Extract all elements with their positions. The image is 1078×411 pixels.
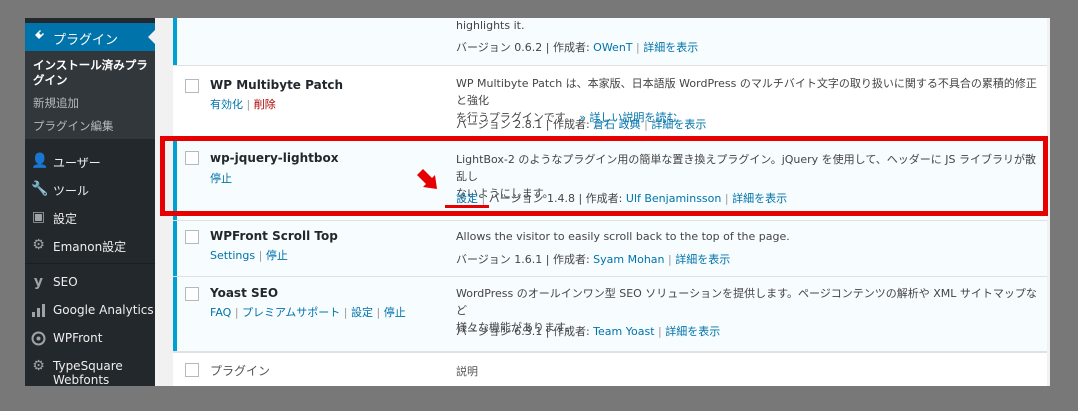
author-link[interactable]: OWenT xyxy=(593,41,632,54)
separator: | xyxy=(376,306,381,319)
settings-icon: ▣ xyxy=(31,209,46,225)
sidebar-item-plugins[interactable]: プラグイン xyxy=(25,23,155,51)
description-line: WP Multibyte Patch は、本家版、日本語版 WordPress … xyxy=(456,77,1037,107)
row-checkbox[interactable] xyxy=(185,230,199,244)
plugin-name: Yoast SEO xyxy=(210,286,279,300)
details-link[interactable]: 詳細を表示 xyxy=(643,41,698,54)
gear-icon: ⚙ xyxy=(32,237,45,253)
separator: | xyxy=(234,306,239,319)
sidebar-item-typesquare[interactable]: ⚙ TypeSquare Webfonts xyxy=(25,357,155,387)
details-link[interactable]: 詳細を表示 xyxy=(651,118,706,131)
premium-support-link[interactable]: プレミアムサポート xyxy=(242,306,340,319)
details-link[interactable]: 詳細を表示 xyxy=(665,325,720,338)
separator: | xyxy=(658,325,662,338)
yoast-icon: y xyxy=(33,274,44,290)
settings-link[interactable]: 設定 xyxy=(351,306,373,319)
sidebar-item-google-analytics[interactable]: Google Analytics xyxy=(25,301,155,323)
sidebar-item-wpfront[interactable]: WPFront xyxy=(25,329,155,351)
row-checkbox[interactable] xyxy=(185,79,199,93)
pointer-arrow-icon xyxy=(417,169,437,189)
column-header-plugin[interactable]: プラグイン xyxy=(210,362,270,379)
version-text: バージョン 1.6.1 | 作成者: xyxy=(456,253,590,266)
faq-link[interactable]: FAQ xyxy=(210,306,231,319)
select-all-checkbox[interactable] xyxy=(185,363,199,377)
sidebar-item-users[interactable]: 👤 ユーザー xyxy=(25,152,155,174)
row-actions: FAQ | プレミアムサポート | 設定 | 停止 xyxy=(210,304,406,320)
bar-chart-icon xyxy=(32,304,45,317)
plugin-meta: バージョン 1.6.1 | 作成者: Syam Mohan | 詳細を表示 xyxy=(456,251,730,267)
plugin-meta: バージョン 6.3.1 | 作成者: Team Yoast | 詳細を表示 xyxy=(456,323,720,339)
admin-sidebar: プラグイン インストール済みプラ グイン 新規追加 プラグイン編集 👤 ユーザー… xyxy=(25,18,155,386)
version-text: バージョン 2.8.1 | 作成者: xyxy=(456,118,590,131)
plugin-icon xyxy=(33,30,44,41)
highlight-box xyxy=(160,136,1048,216)
plugin-description: highlights it. xyxy=(456,19,525,32)
submenu-plugin-editor[interactable]: プラグイン編集 xyxy=(33,118,114,134)
row-actions: Settings | 停止 xyxy=(210,247,288,263)
plugins-submenu: インストール済みプラ グイン 新規追加 プラグイン編集 xyxy=(25,51,155,139)
sidebar-item-label: WPFront xyxy=(53,331,103,345)
table-footer: プラグイン 説明 xyxy=(173,352,1047,386)
sidebar-item-seo[interactable]: y SEO xyxy=(25,273,155,295)
table-row: WP Multibyte Patch 有効化 | 削除 WP Multibyte… xyxy=(173,66,1047,137)
plugin-description: Allows the visitor to easily scroll back… xyxy=(456,230,790,243)
current-menu-arrow xyxy=(148,30,155,44)
submenu-label-line1: インストール済みプラ xyxy=(33,58,148,72)
sidebar-item-label: プラグイン xyxy=(53,33,119,48)
author-link[interactable]: 倉石 政典 xyxy=(593,118,641,131)
deactivate-link[interactable]: 停止 xyxy=(384,306,406,319)
separator: | xyxy=(246,98,251,111)
highlight-underline xyxy=(445,205,489,208)
sidebar-separator xyxy=(25,263,155,264)
activate-link[interactable]: 有効化 xyxy=(210,98,243,111)
separator: | xyxy=(644,118,648,131)
wpfront-icon xyxy=(31,331,46,346)
separator: | xyxy=(343,306,348,319)
sidebar-item-label: Google Analytics xyxy=(53,303,154,317)
author-link[interactable]: Team Yoast xyxy=(593,325,654,338)
row-checkbox[interactable] xyxy=(185,287,199,301)
table-row: Yoast SEO FAQ | プレミアムサポート | 設定 | 停止 Word… xyxy=(173,277,1047,352)
plugin-name: WP Multibyte Patch xyxy=(210,78,344,92)
sidebar-item-label: Emanon設定 xyxy=(53,240,127,254)
separator: | xyxy=(668,253,672,266)
gear-icon: ⚙ xyxy=(32,358,45,374)
sidebar-item-label: SEO xyxy=(53,275,78,289)
column-header-description: 説明 xyxy=(456,365,478,378)
sidebar-item-label: ユーザー xyxy=(53,156,101,170)
plugin-meta: バージョン 2.8.1 | 作成者: 倉石 政典 | 詳細を表示 xyxy=(456,116,706,132)
version-text: バージョン 6.3.1 | 作成者: xyxy=(456,325,590,338)
deactivate-link[interactable]: 停止 xyxy=(266,249,288,262)
separator: | xyxy=(636,41,640,54)
active-indicator xyxy=(173,277,177,351)
sidebar-item-label-line1: TypeSquare xyxy=(53,359,123,373)
description-line: WordPress のオールインワン型 SEO ソリューションを提供します。ペー… xyxy=(456,287,1037,317)
sidebar-item-emanon[interactable]: ⚙ Emanon設定 xyxy=(25,236,155,258)
submenu-installed-plugins[interactable]: インストール済みプラ グイン xyxy=(33,58,148,88)
sidebar-item-label: 設定 xyxy=(53,212,78,226)
version-text: バージョン 0.6.2 | 作成者: xyxy=(456,41,590,54)
sidebar-item-tools[interactable]: 🔧 ツール xyxy=(25,180,155,202)
sidebar-item-settings[interactable]: ▣ 設定 xyxy=(25,208,155,230)
wrench-icon: 🔧 xyxy=(31,181,49,197)
author-link[interactable]: Syam Mohan xyxy=(593,253,664,266)
delete-link[interactable]: 削除 xyxy=(254,98,276,111)
separator: | xyxy=(258,249,263,262)
submenu-label-line2: グイン xyxy=(33,73,68,87)
table-row: highlights it. バージョン 0.6.2 | 作成者: OWenT … xyxy=(173,18,1047,66)
table-row: WPFront Scroll Top Settings | 停止 Allows … xyxy=(173,221,1047,277)
active-indicator xyxy=(173,221,177,276)
submenu-add-new[interactable]: 新規追加 xyxy=(33,95,79,111)
sidebar-item-label-line2: Webfonts xyxy=(53,373,110,386)
users-icon: 👤 xyxy=(31,153,49,169)
plugin-name: WPFront Scroll Top xyxy=(210,229,338,243)
plugin-meta: バージョン 0.6.2 | 作成者: OWenT | 詳細を表示 xyxy=(456,39,698,55)
settings-link[interactable]: Settings xyxy=(210,249,255,262)
sidebar-item-label: ツール xyxy=(53,184,90,198)
row-actions: 有効化 | 削除 xyxy=(210,96,276,112)
active-indicator xyxy=(173,18,177,65)
details-link[interactable]: 詳細を表示 xyxy=(675,253,730,266)
